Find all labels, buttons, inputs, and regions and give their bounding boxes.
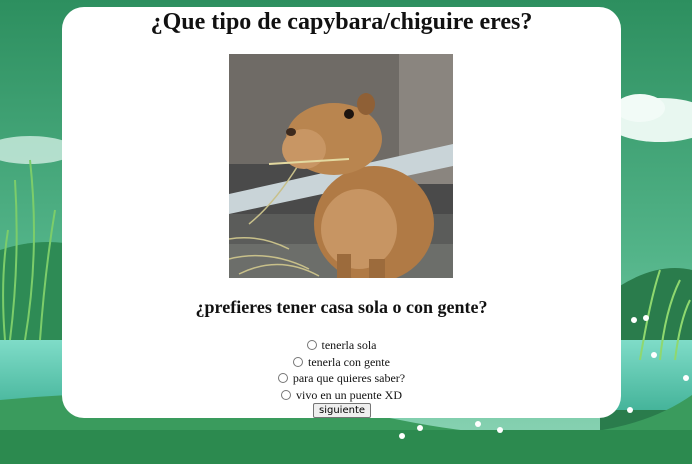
option-radio-2[interactable] bbox=[293, 356, 304, 367]
option-row: para que quieres saber? bbox=[62, 370, 621, 387]
option-label: tenerla sola bbox=[321, 338, 377, 353]
option-label: para que quieres saber? bbox=[292, 371, 406, 386]
option-label: tenerla con gente bbox=[308, 354, 390, 369]
option-label: vivo en un puente XD bbox=[296, 387, 402, 402]
question-text: ¿prefieres tener casa sola o con gente? bbox=[195, 297, 488, 317]
option-row: vivo en un puente XD bbox=[62, 387, 621, 404]
capybara-image bbox=[229, 54, 453, 278]
next-button[interactable]: siguiente bbox=[313, 403, 372, 418]
option-row: tenerla con gente bbox=[62, 354, 621, 371]
option-radio-4[interactable] bbox=[281, 389, 291, 400]
option-radio-1[interactable] bbox=[306, 340, 317, 351]
answer-options: tenerla sola tenerla con gente para que … bbox=[62, 337, 621, 403]
capybara-photo bbox=[229, 54, 453, 278]
page-title: ¿Que tipo de capybara/chiguire eres? bbox=[150, 9, 533, 35]
option-row: tenerla sola bbox=[62, 337, 621, 354]
option-radio-3[interactable] bbox=[277, 373, 288, 384]
quiz-card: ¿Que tipo de capybara/chiguire eres? ¿pr… bbox=[62, 7, 621, 418]
